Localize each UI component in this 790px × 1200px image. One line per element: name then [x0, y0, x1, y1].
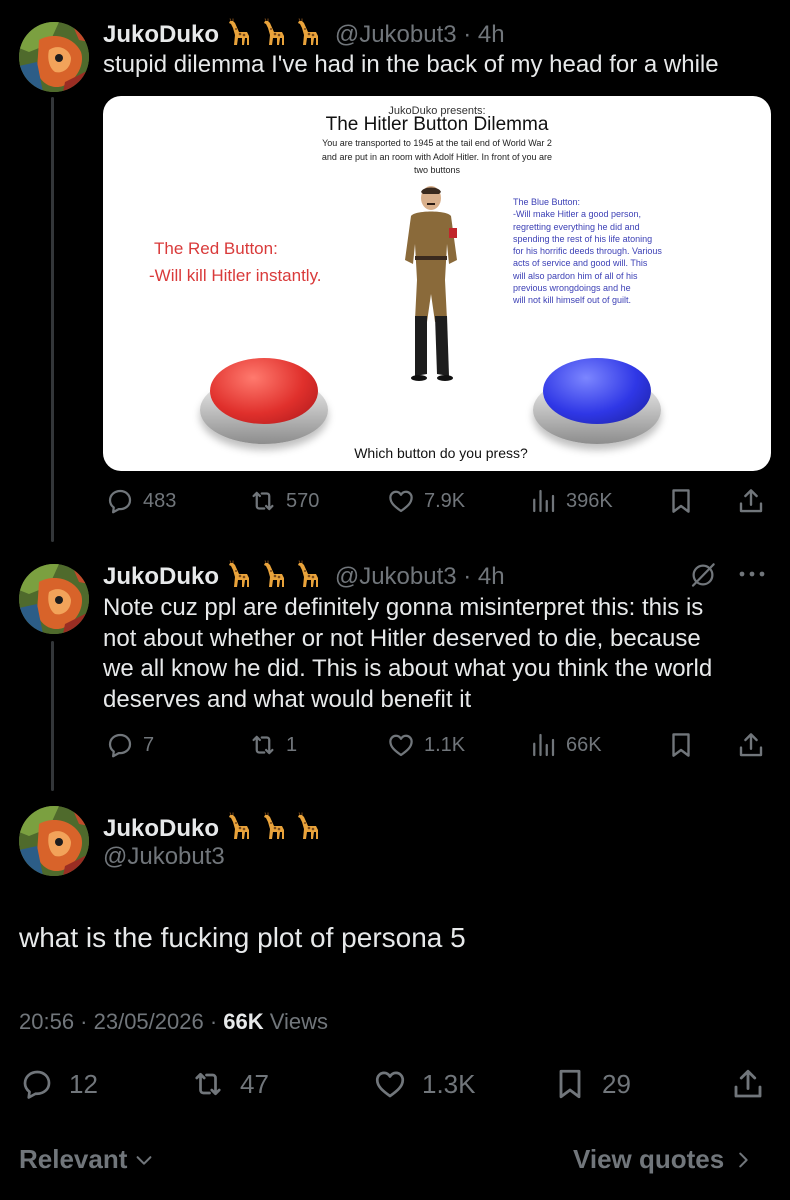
giraffe-emoji-icon	[262, 560, 288, 588]
tweet-text: stupid dilemma I've had in the back of m…	[103, 51, 719, 78]
red-button-top	[210, 358, 318, 424]
giraffe-emoji-icon	[227, 812, 253, 840]
avatar[interactable]	[19, 22, 89, 92]
share-button[interactable]	[736, 730, 774, 760]
image-intro-line: two buttons	[413, 165, 461, 175]
red-button-title: The Red Button:	[154, 239, 278, 258]
repost-count: 47	[240, 1068, 269, 1099]
thread-line	[51, 97, 54, 542]
tweet-text: Note cuz ppl are definitely gonna misint…	[103, 594, 713, 713]
giraffe-emoji-icon	[262, 812, 288, 840]
like-icon	[386, 486, 416, 516]
display-name[interactable]: JukoDuko	[103, 563, 219, 590]
share-icon	[736, 486, 766, 516]
views-icon	[528, 486, 558, 516]
thread-line	[51, 641, 54, 791]
avatar[interactable]	[19, 806, 89, 876]
tweet-header: JukoDuko @Jukobut3 · 4h	[103, 18, 505, 49]
bookmark-button[interactable]	[666, 486, 704, 516]
like-count: 1.3K	[422, 1068, 476, 1099]
bookmark-count: 29	[602, 1068, 631, 1099]
share-button[interactable]	[730, 1066, 780, 1102]
avatar[interactable]	[19, 564, 89, 634]
views-label: Views	[263, 1009, 329, 1034]
reply-count: 483	[143, 489, 177, 512]
views-icon	[528, 730, 558, 760]
image-question: Which button do you press?	[354, 445, 528, 461]
giraffe-emoji-icon	[262, 18, 288, 46]
handle-timestamp[interactable]: @Jukobut3 · 4h	[335, 21, 505, 48]
tweet-meta: 20:56 · 23/05/2026 · 66K Views	[19, 1009, 328, 1035]
views-button[interactable]: 66K	[528, 730, 602, 760]
reply-button[interactable]: 7	[105, 730, 154, 760]
repost-icon	[248, 486, 278, 516]
blue-button-top	[543, 358, 651, 424]
share-button[interactable]	[736, 486, 774, 516]
main-tweet-text: what is the fucking plot of persona 5	[19, 922, 466, 953]
like-button[interactable]: 1.3K	[372, 1066, 476, 1102]
like-count: 1.1K	[424, 733, 466, 756]
bookmark-button[interactable]: 29	[552, 1066, 631, 1102]
like-count: 7.9K	[424, 489, 466, 512]
reply-icon	[105, 730, 135, 760]
like-icon	[386, 730, 416, 760]
image-title: The Hitler Button Dilemma	[325, 114, 549, 135]
like-button[interactable]: 1.1K	[386, 730, 465, 760]
reply-button[interactable]: 12	[19, 1066, 98, 1102]
image-intro-line: You are transported to 1945 at the tail …	[322, 138, 552, 148]
blue-button-text: The Blue Button: -Will make Hitler a goo…	[513, 197, 662, 306]
giraffe-emoji-icon	[296, 812, 322, 840]
bookmark-icon	[666, 730, 696, 760]
repost-icon	[190, 1066, 226, 1102]
views-button[interactable]: 396K	[528, 486, 613, 516]
view-quotes-label: View quotes	[573, 1144, 725, 1174]
repost-button[interactable]: 570	[248, 486, 319, 516]
reply-icon	[105, 486, 135, 516]
bookmark-button[interactable]	[666, 730, 704, 760]
repost-button[interactable]: 1	[248, 730, 297, 760]
bookmark-icon	[552, 1066, 588, 1102]
reply-count: 12	[69, 1068, 98, 1099]
giraffe-emoji-icon	[296, 560, 322, 588]
views-count: 396K	[566, 489, 613, 512]
sort-label: Relevant	[19, 1144, 128, 1174]
repost-count: 570	[286, 489, 320, 512]
views-count: 66K	[566, 733, 602, 756]
reply-button[interactable]: 483	[105, 486, 176, 516]
tweet-image[interactable]: JukoDuko presents: The Hitler Button Dil…	[103, 96, 771, 471]
handle[interactable]: @Jukobut3	[103, 843, 225, 871]
image-intro-line: and are put in an room with Adolf Hitler…	[321, 152, 553, 162]
like-icon	[372, 1066, 408, 1102]
views-count: 66K	[223, 1009, 264, 1034]
sort-dropdown[interactable]: Relevant	[19, 1144, 155, 1175]
reply-count: 7	[143, 733, 155, 756]
tweet-header: JukoDuko @Jukobut3 · 4h	[103, 560, 505, 591]
display-name[interactable]: JukoDuko	[103, 815, 219, 842]
red-button-desc: -Will kill Hitler instantly.	[149, 266, 322, 285]
share-icon	[730, 1066, 766, 1102]
giraffe-emoji-icon	[227, 18, 253, 46]
repost-icon	[248, 730, 278, 760]
chevron-down-icon	[136, 1155, 152, 1165]
more-icon[interactable]	[736, 562, 768, 586]
handle-timestamp[interactable]: @Jukobut3 · 4h	[335, 563, 505, 590]
tweet-header: JukoDuko	[103, 812, 322, 843]
repost-count: 1	[286, 733, 298, 756]
giraffe-emoji-icon	[227, 560, 253, 588]
chevron-right-icon	[739, 1152, 748, 1167]
timestamp[interactable]: 20:56 · 23/05/2026 ·	[19, 1009, 223, 1034]
share-icon	[736, 730, 766, 760]
like-button[interactable]: 7.9K	[386, 486, 465, 516]
bookmark-icon	[666, 486, 696, 516]
display-name[interactable]: JukoDuko	[103, 21, 219, 48]
repost-button[interactable]: 47	[190, 1066, 269, 1102]
grok-icon[interactable]	[688, 560, 718, 590]
reply-icon	[19, 1066, 55, 1102]
figure-illustration	[405, 186, 457, 381]
view-quotes-link[interactable]: View quotes	[573, 1144, 754, 1175]
giraffe-emoji-icon	[296, 18, 322, 46]
